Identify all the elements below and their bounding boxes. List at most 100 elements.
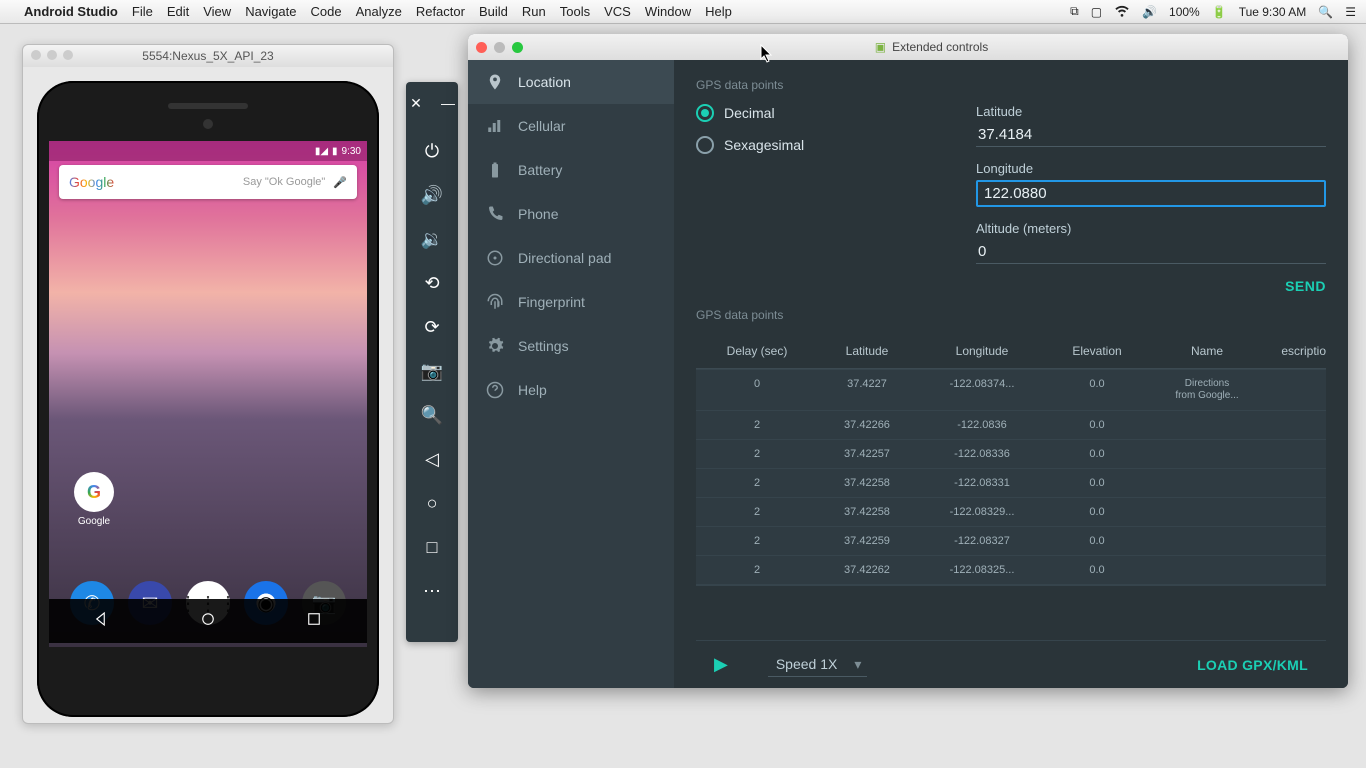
window-controls[interactable] [31, 50, 73, 60]
volume-down-icon[interactable]: 🔉 [421, 228, 443, 250]
table-row[interactable]: 237.42258-122.08329...0.0 [696, 498, 1326, 527]
menu-tools[interactable]: Tools [560, 4, 590, 19]
ext-bottom-bar: ▶ Speed 1X LOAD GPX/KML [696, 640, 1326, 688]
google-logo: Google [69, 174, 114, 190]
more-icon[interactable]: ⋯ [421, 580, 443, 602]
menu-run[interactable]: Run [522, 4, 546, 19]
sidebar-battery[interactable]: Battery [468, 148, 674, 192]
menu-analyze[interactable]: Analyze [356, 4, 402, 19]
extended-controls-window: ▣ Extended controls Location Cellular Ba… [468, 34, 1348, 688]
table-row[interactable]: 037.4227-122.08374...0.0Directions from … [696, 370, 1326, 411]
volume-icon[interactable]: 🔊 [1142, 5, 1157, 19]
sidebar-dpad[interactable]: Directional pad [468, 236, 674, 280]
zoom-icon[interactable]: 🔍 [421, 404, 443, 426]
play-button[interactable]: ▶ [714, 654, 728, 675]
menu-window[interactable]: Window [645, 4, 691, 19]
sidebar-cellular[interactable]: Cellular [468, 104, 674, 148]
macos-menubar: Android Studio File Edit View Navigate C… [0, 0, 1366, 24]
sidebar-fingerprint[interactable]: Fingerprint [468, 280, 674, 324]
home-button[interactable] [199, 610, 217, 633]
ext-titlebar[interactable]: ▣ Extended controls [468, 34, 1348, 60]
google-folder[interactable]: G Google [69, 472, 119, 527]
emulator-toolbar: ✕ — ⏻ 🔊 🔉 ⟲ ⟳ 📷 🔍 ◁ ○ □ ⋯ [406, 82, 458, 642]
battery-icon: ▮ [332, 146, 338, 157]
ext-sidebar: Location Cellular Battery Phone Directio… [468, 60, 674, 688]
emulator-window: 5554:Nexus_5X_API_23 ▮◢ ▮ 9:30 Google Sa… [22, 44, 394, 724]
table-body[interactable]: 037.4227-122.08374...0.0Directions from … [696, 369, 1326, 586]
home-icon[interactable]: ○ [421, 492, 443, 514]
window-controls[interactable] [476, 42, 523, 53]
table-header: Delay (sec)LatitudeLongitudeElevationNam… [696, 334, 1326, 369]
notification-center-icon[interactable]: ☰ [1345, 5, 1356, 19]
menu-vcs[interactable]: VCS [604, 4, 631, 19]
back-icon[interactable]: ◁ [421, 448, 443, 470]
mic-icon[interactable]: 🎤 [333, 176, 347, 189]
sidebar-settings[interactable]: Settings [468, 324, 674, 368]
spotlight-icon[interactable]: 🔍 [1318, 5, 1333, 19]
table-row[interactable]: 237.42257-122.083360.0 [696, 440, 1326, 469]
battery-percent: 100% [1169, 5, 1200, 19]
longitude-label: Longitude [976, 161, 1326, 176]
app-icon: ▣ [875, 40, 886, 54]
android-navbar [49, 599, 367, 643]
recents-button[interactable] [305, 610, 323, 633]
phone-earpiece [168, 103, 248, 109]
battery-icon[interactable]: 🔋 [1212, 5, 1227, 19]
altitude-label: Altitude (meters) [976, 221, 1326, 236]
ext-main: GPS data points Decimal Sexagesimal Lati… [674, 60, 1348, 688]
status-time: 9:30 [342, 146, 361, 157]
app-name[interactable]: Android Studio [24, 4, 118, 19]
phone-frame: ▮◢ ▮ 9:30 Google Say "Ok Google" 🎤 G Goo… [37, 81, 379, 717]
latitude-input[interactable] [976, 123, 1326, 147]
dropbox-icon[interactable]: ⧉ [1070, 4, 1079, 19]
signal-icon: ▮◢ [315, 146, 328, 157]
load-gpx-button[interactable]: LOAD GPX/KML [1197, 657, 1308, 673]
table-row[interactable]: 237.42258-122.083310.0 [696, 469, 1326, 498]
menu-file[interactable]: File [132, 4, 153, 19]
section-gps-1: GPS data points [696, 78, 1326, 92]
sidebar-help[interactable]: Help [468, 368, 674, 412]
rotate-right-icon[interactable]: ⟳ [421, 316, 443, 338]
folder-label: Google [78, 516, 110, 527]
table-row[interactable]: 237.42262-122.08325...0.0 [696, 556, 1326, 585]
latitude-label: Latitude [976, 104, 1326, 119]
menu-code[interactable]: Code [311, 4, 342, 19]
window-title: Extended controls [892, 40, 988, 54]
table-row[interactable]: 237.42259-122.083270.0 [696, 527, 1326, 556]
emulator-title: 5554:Nexus_5X_API_23 [142, 49, 273, 63]
menu-build[interactable]: Build [479, 4, 508, 19]
back-button[interactable] [93, 610, 111, 633]
menu-navigate[interactable]: Navigate [245, 4, 296, 19]
android-statusbar: ▮◢ ▮ 9:30 [49, 141, 367, 161]
menu-edit[interactable]: Edit [167, 4, 189, 19]
emulator-titlebar[interactable]: 5554:Nexus_5X_API_23 [23, 45, 393, 67]
minimize-icon[interactable]: — [437, 92, 459, 114]
radio-decimal[interactable]: Decimal [696, 104, 936, 122]
clock[interactable]: Tue 9:30 AM [1239, 5, 1307, 19]
send-button[interactable]: SEND [1285, 278, 1326, 294]
search-hint: Say "Ok Google" [114, 176, 325, 188]
menu-help[interactable]: Help [705, 4, 732, 19]
phone-sensor [203, 119, 213, 129]
airplay-icon[interactable]: ▢ [1091, 5, 1102, 19]
longitude-input[interactable] [976, 180, 1326, 207]
section-gps-2: GPS data points [696, 308, 1326, 322]
speed-select[interactable]: Speed 1X [768, 652, 868, 677]
menu-view[interactable]: View [203, 4, 231, 19]
table-row[interactable]: 237.42266-122.08360.0 [696, 411, 1326, 440]
close-icon[interactable]: ✕ [405, 92, 427, 114]
menu-refactor[interactable]: Refactor [416, 4, 465, 19]
sidebar-phone[interactable]: Phone [468, 192, 674, 236]
volume-up-icon[interactable]: 🔊 [421, 184, 443, 206]
google-search-bar[interactable]: Google Say "Ok Google" 🎤 [59, 165, 357, 199]
phone-screen[interactable]: ▮◢ ▮ 9:30 Google Say "Ok Google" 🎤 G Goo… [49, 141, 367, 647]
screenshot-icon[interactable]: 📷 [421, 360, 443, 382]
altitude-input[interactable] [976, 240, 1326, 264]
rotate-left-icon[interactable]: ⟲ [421, 272, 443, 294]
wifi-icon[interactable] [1114, 2, 1130, 21]
power-icon[interactable]: ⏻ [421, 140, 443, 162]
overview-icon[interactable]: □ [421, 536, 443, 558]
sidebar-location[interactable]: Location [468, 60, 674, 104]
radio-sexagesimal[interactable]: Sexagesimal [696, 136, 936, 154]
gps-table: Delay (sec)LatitudeLongitudeElevationNam… [696, 334, 1326, 640]
